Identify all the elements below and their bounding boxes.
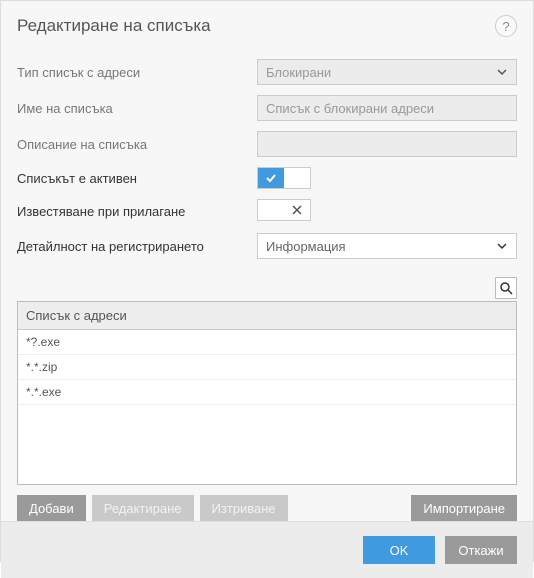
x-icon <box>284 200 310 220</box>
cancel-button[interactable]: Откажи <box>445 536 517 564</box>
chevron-down-icon <box>496 240 508 252</box>
dialog-header: Редактиране на списъка ? <box>1 1 533 47</box>
select-list-type-value: Блокирани <box>266 65 331 80</box>
list-item[interactable]: *?.exe <box>18 330 516 355</box>
list-header: Списък с адреси <box>18 302 516 330</box>
input-list-name: Списък с блокирани адреси <box>257 95 517 121</box>
toggle-notify[interactable] <box>257 199 311 221</box>
chevron-down-icon <box>496 66 508 78</box>
row-list-name: Име на списъка Списък с блокирани адреси <box>17 95 517 121</box>
label-list-type: Тип списък с адреси <box>17 65 257 80</box>
address-list: Списък с адреси *?.exe*.*.zip*.*.exe <box>17 301 517 485</box>
delete-button: Изтриване <box>200 495 288 521</box>
list-item[interactable]: *.*.zip <box>18 355 516 380</box>
search-icon <box>499 281 513 295</box>
help-button[interactable]: ? <box>495 15 517 37</box>
list-body: *?.exe*.*.zip*.*.exe <box>18 330 516 484</box>
list-button-row: Добави Редактиране Изтриване Импортиране <box>17 495 517 521</box>
form: Тип списък с адреси Блокирани Име на спи… <box>1 59 533 269</box>
row-active: Списъкът е активен <box>17 167 517 189</box>
select-list-type: Блокирани <box>257 59 517 85</box>
help-icon: ? <box>502 19 509 34</box>
row-notify: Известяване при прилагане <box>17 199 517 223</box>
add-button[interactable]: Добави <box>17 495 86 521</box>
label-active: Списъкът е активен <box>17 171 257 186</box>
label-notify: Известяване при прилагане <box>17 204 257 219</box>
label-list-desc: Описание на списъка <box>17 137 257 152</box>
input-list-desc <box>257 131 517 157</box>
select-verbosity-value: Информация <box>266 239 346 254</box>
row-list-desc: Описание на списъка <box>17 131 517 157</box>
input-list-name-value: Списък с блокирани адреси <box>266 101 434 116</box>
toggle-active[interactable] <box>257 167 311 189</box>
import-button[interactable]: Импортиране <box>411 495 517 521</box>
dialog-title: Редактиране на списъка <box>17 16 211 36</box>
dialog: Редактиране на списъка ? Тип списък с ад… <box>0 0 534 562</box>
dialog-footer: OK Откажи <box>1 521 533 578</box>
row-list-type: Тип списък с адреси Блокирани <box>17 59 517 85</box>
check-icon <box>258 168 284 188</box>
select-verbosity[interactable]: Информация <box>257 233 517 259</box>
label-verbosity: Детайлност на регистрирането <box>17 239 257 254</box>
search-button[interactable] <box>495 277 517 299</box>
ok-button[interactable]: OK <box>363 536 435 564</box>
edit-button: Редактиране <box>92 495 194 521</box>
list-item[interactable]: *.*.exe <box>18 380 516 405</box>
row-verbosity: Детайлност на регистрирането Информация <box>17 233 517 259</box>
list-area: Списък с адреси *?.exe*.*.zip*.*.exe <box>17 277 517 485</box>
label-list-name: Име на списъка <box>17 101 257 116</box>
